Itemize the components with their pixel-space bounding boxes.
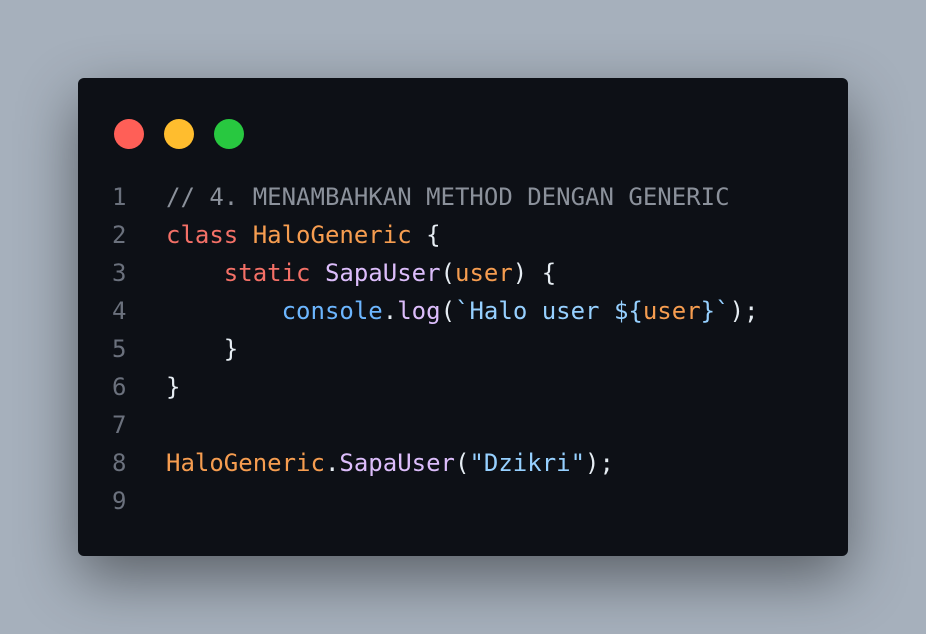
- code-token-punc: (: [440, 259, 455, 287]
- code-text: HaloGeneric.SapaUser("Dzikri");: [166, 444, 614, 482]
- line-number: 1: [112, 183, 127, 211]
- code-line: 9: [112, 482, 828, 520]
- code-token-string: "Dzikri": [469, 449, 586, 477]
- code-text: }: [166, 368, 180, 406]
- code-token-punc: [238, 221, 252, 249]
- code-text: static SapaUser(user) {: [166, 254, 556, 292]
- code-token-punc: (: [440, 297, 456, 325]
- code-window: 1 // 4. MENAMBAHKAN METHOD DENGAN GENERIC…: [78, 78, 848, 556]
- code-token-comment: // 4. MENAMBAHKAN METHOD DENGAN GENERIC: [166, 183, 730, 211]
- line-number: 8: [112, 449, 127, 477]
- maximize-button[interactable]: [214, 119, 244, 149]
- code-line: 5 }: [112, 330, 828, 368]
- code-token-func: log: [397, 297, 441, 325]
- code-line: 8 HaloGeneric.SapaUser("Dzikri");: [112, 444, 828, 482]
- code-text: // 4. MENAMBAHKAN METHOD DENGAN GENERIC: [166, 178, 730, 216]
- code-line: 7: [112, 406, 828, 444]
- code-line: 3 static SapaUser(user) {: [112, 254, 828, 292]
- code-token-punc: [166, 259, 224, 287]
- code-token-func: SapaUser: [339, 449, 455, 477]
- code-token-punc: ) {: [512, 259, 557, 287]
- line-number: 4: [112, 297, 127, 325]
- code-token-class: HaloGeneric: [166, 449, 325, 477]
- line-number: 7: [112, 411, 127, 439]
- code-line: 1 // 4. MENAMBAHKAN METHOD DENGAN GENERIC: [112, 178, 828, 216]
- code-token-punc: [311, 259, 325, 287]
- line-number: 6: [112, 373, 127, 401]
- code-text: class HaloGeneric {: [166, 216, 441, 254]
- code-token-punc: }: [166, 335, 239, 363]
- code-token-keyword: class: [166, 221, 239, 249]
- code-line: 4 console.log(`Halo user ${user}`);: [112, 292, 828, 330]
- code-token-func: SapaUser: [324, 259, 441, 287]
- code-token-keyword: static: [223, 259, 311, 287]
- line-number: 3: [112, 259, 127, 287]
- code-token-string: `Halo user ${: [455, 297, 643, 325]
- code-text: console.log(`Halo user ${user}`);: [166, 292, 759, 330]
- code-token-punc: );: [585, 449, 614, 477]
- code-token-class: HaloGeneric: [252, 221, 412, 249]
- code-token-interp: user: [642, 297, 701, 325]
- line-number: 5: [112, 335, 127, 363]
- code-token-string: }`: [700, 297, 730, 325]
- line-number: 2: [112, 221, 127, 249]
- code-text: }: [166, 330, 238, 368]
- window-controls: [114, 119, 264, 149]
- code-token-punc: }: [166, 373, 181, 401]
- code-token-param: user: [455, 259, 513, 287]
- code-token-punc: {: [411, 221, 441, 249]
- code-editor[interactable]: 1 // 4. MENAMBAHKAN METHOD DENGAN GENERIC…: [112, 178, 828, 520]
- code-token-punc: .: [382, 297, 398, 325]
- minimize-button[interactable]: [164, 119, 194, 149]
- close-button[interactable]: [114, 119, 144, 149]
- line-number: 9: [112, 487, 127, 515]
- code-token-punc: (: [455, 449, 470, 477]
- code-token-punc: .: [324, 449, 340, 477]
- code-line: 6}: [112, 368, 828, 406]
- code-line: 2 class HaloGeneric {: [112, 216, 828, 254]
- code-token-obj: console: [281, 297, 383, 325]
- code-token-punc: [166, 297, 282, 325]
- code-token-punc: );: [729, 297, 759, 325]
